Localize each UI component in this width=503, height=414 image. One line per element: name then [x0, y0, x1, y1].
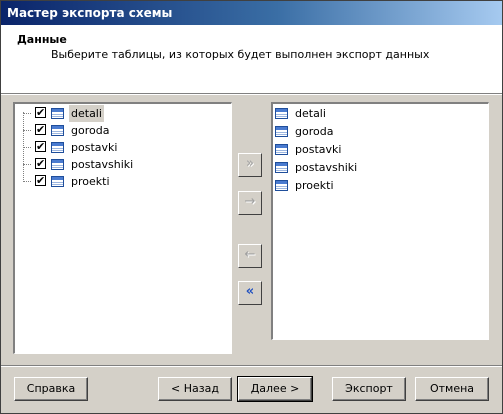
page-title: Данные — [17, 33, 67, 46]
tree-branch — [23, 181, 31, 182]
checkbox[interactable]: ✔ — [35, 141, 46, 152]
tree-item-label: detali — [69, 105, 104, 122]
remove-all-button[interactable]: « — [238, 281, 262, 305]
header-divider — [1, 93, 502, 95]
tree-branch — [23, 130, 31, 131]
tree-item-label: proekti — [71, 175, 110, 188]
table-icon — [51, 125, 64, 136]
selected-tables-list[interactable]: detali goroda postavki postavshiki proek… — [271, 102, 489, 340]
tree-item-label: goroda — [71, 124, 110, 137]
list-item-label: postavki — [295, 143, 342, 156]
table-icon — [275, 144, 288, 155]
tree-item-label: postavshiki — [71, 158, 134, 171]
tree-branch — [23, 113, 31, 114]
table-icon — [275, 108, 288, 119]
help-button[interactable]: Справка — [14, 377, 88, 401]
table-icon — [275, 126, 288, 137]
checkbox[interactable]: ✔ — [35, 124, 46, 135]
footer-divider — [1, 365, 502, 367]
tree-branch — [23, 147, 31, 148]
list-item-label: detali — [295, 107, 326, 120]
list-item-label: goroda — [295, 125, 334, 138]
add-all-button[interactable]: » — [238, 153, 262, 177]
tree-branch — [23, 164, 31, 165]
checkbox[interactable]: ✔ — [35, 175, 46, 186]
window-title: Мастер экспорта схемы — [1, 1, 502, 25]
table-icon — [51, 159, 64, 170]
list-item-label: proekti — [295, 179, 334, 192]
source-tables-tree[interactable]: ✔ detali ✔ goroda ✔ postavki ✔ postavshi… — [13, 102, 232, 354]
table-icon — [51, 108, 64, 119]
table-icon — [51, 142, 64, 153]
export-button[interactable]: Экспорт — [332, 377, 406, 401]
checkbox[interactable]: ✔ — [35, 158, 46, 169]
next-button[interactable]: Далее > — [237, 376, 313, 402]
wizard-header: Данные Выберите таблицы, из которых буде… — [1, 25, 502, 93]
table-icon — [51, 176, 64, 187]
checkbox[interactable]: ✔ — [35, 107, 46, 118]
back-button[interactable]: < Назад — [158, 377, 232, 401]
cancel-button[interactable]: Отмена — [415, 377, 489, 401]
table-icon — [275, 180, 288, 191]
add-button[interactable]: → — [238, 191, 262, 215]
remove-button[interactable]: ← — [238, 244, 262, 268]
list-item-label: postavshiki — [295, 161, 358, 174]
export-wizard-window: Мастер экспорта схемы Данные Выберите та… — [0, 0, 503, 414]
tree-line — [23, 112, 24, 180]
page-subtitle: Выберите таблицы, из которых будет выпол… — [51, 48, 430, 61]
tree-item-label: postavki — [71, 141, 118, 154]
table-icon — [275, 162, 288, 173]
